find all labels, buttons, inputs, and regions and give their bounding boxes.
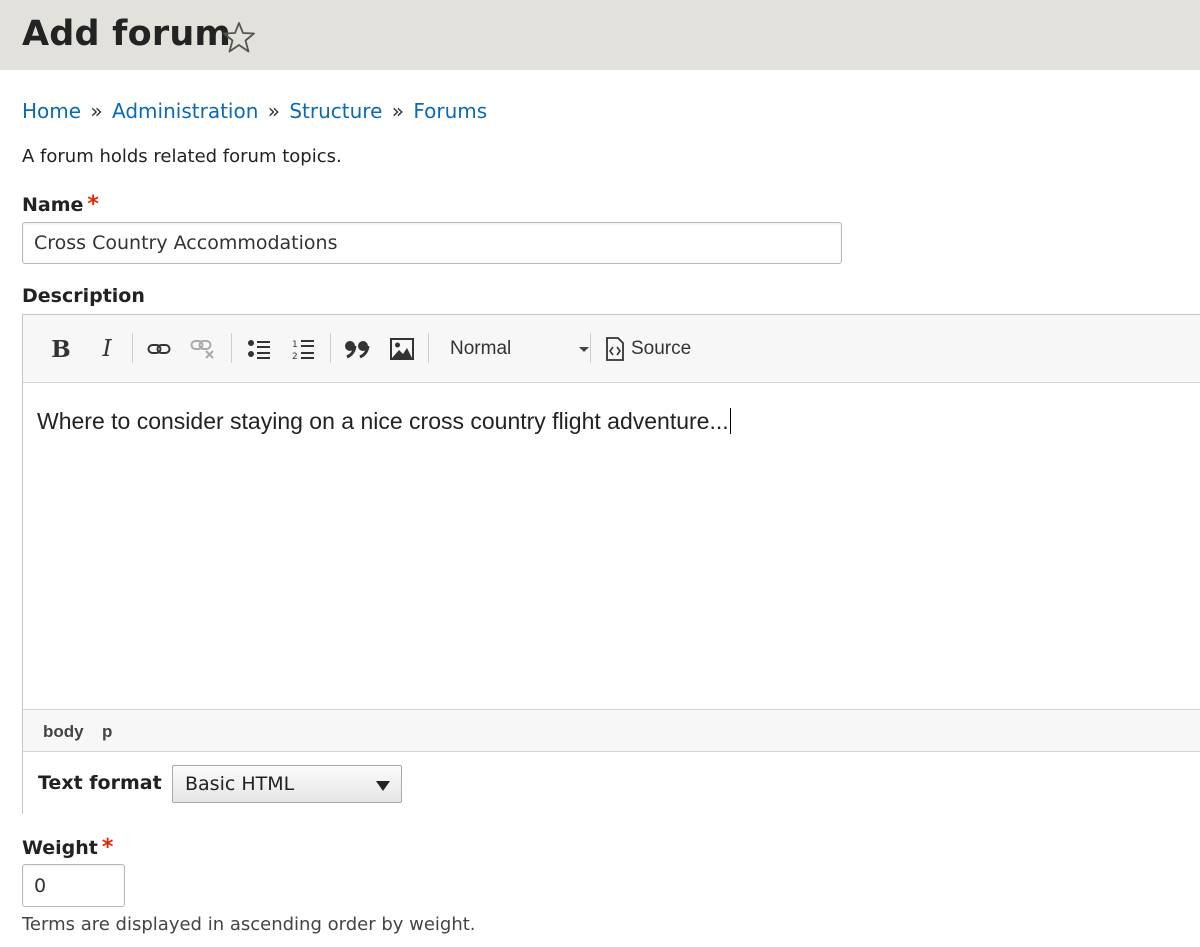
- dropdown-arrow-icon: [376, 781, 390, 791]
- text-format-value: Basic HTML: [185, 773, 295, 795]
- italic-button[interactable]: I: [95, 333, 119, 365]
- editor-toolbar: B I 1 2 Normal Source: [23, 315, 1200, 383]
- page-description: A forum holds related forum topics.: [22, 146, 342, 167]
- element-path-body[interactable]: body: [43, 722, 84, 742]
- element-path-p[interactable]: p: [102, 722, 112, 742]
- numbered-list-button[interactable]: 1 2: [289, 333, 317, 365]
- weight-label: Weight *: [22, 835, 113, 860]
- source-button-label: Source: [631, 338, 692, 359]
- source-button[interactable]: Source: [605, 333, 691, 365]
- page-header: Add forum: [0, 0, 1200, 70]
- text-format-row: Text format Basic HTML: [23, 752, 1200, 815]
- text-format-select[interactable]: Basic HTML: [172, 765, 402, 803]
- image-icon: [390, 338, 414, 360]
- bold-button[interactable]: B: [49, 333, 73, 365]
- image-button[interactable]: [388, 333, 416, 365]
- link-icon: [147, 344, 171, 354]
- paragraph-format-value: Normal: [450, 338, 512, 359]
- source-icon: [606, 337, 624, 361]
- page-title: Add forum: [22, 14, 232, 54]
- breadcrumb-home-link[interactable]: Home: [22, 99, 81, 123]
- weight-label-text: Weight: [22, 837, 98, 859]
- name-input[interactable]: [22, 222, 842, 264]
- text-cursor: [729, 408, 731, 434]
- breadcrumb-separator: »: [90, 99, 103, 123]
- toolbar-separator: [330, 333, 331, 363]
- text-format-label: Text format: [38, 772, 162, 794]
- toolbar-separator: [590, 333, 591, 363]
- toolbar-separator: [231, 333, 232, 363]
- paragraph-format-dropdown[interactable]: Normal: [450, 333, 589, 365]
- weight-help-text: Terms are displayed in ascending order b…: [22, 914, 476, 935]
- blockquote-icon: [345, 341, 370, 359]
- unlink-icon: [190, 340, 214, 359]
- required-marker: *: [101, 835, 114, 860]
- link-button[interactable]: [145, 333, 173, 365]
- star-outline-icon[interactable]: [222, 20, 256, 54]
- weight-input[interactable]: [22, 864, 125, 907]
- breadcrumb-separator: »: [267, 99, 280, 123]
- toolbar-separator: [132, 333, 133, 363]
- blockquote-button[interactable]: [343, 333, 371, 365]
- svg-text:2: 2: [292, 352, 298, 361]
- editor-paragraph: Where to consider staying on a nice cros…: [37, 408, 1200, 435]
- rich-text-editor: B I 1 2 Normal Source Where to consider …: [22, 314, 1200, 815]
- bulleted-list-button[interactable]: [245, 333, 273, 365]
- breadcrumb-forums-link[interactable]: Forums: [413, 99, 487, 123]
- numbered-list-icon: 1 2: [292, 340, 314, 361]
- unlink-button[interactable]: [189, 333, 217, 365]
- breadcrumb: Home » Administration » Structure » Foru…: [22, 99, 487, 123]
- element-path-bar: body p: [23, 709, 1200, 752]
- editor-content-area[interactable]: Where to consider staying on a nice cros…: [23, 384, 1200, 709]
- breadcrumb-separator: »: [391, 99, 405, 123]
- toolbar-separator: [428, 333, 429, 363]
- chevron-down-icon: [579, 347, 589, 352]
- breadcrumb-structure-link[interactable]: Structure: [289, 99, 382, 123]
- description-label: Description: [22, 285, 145, 307]
- bulleted-list-icon: [248, 340, 270, 359]
- svg-text:1: 1: [292, 340, 298, 350]
- required-marker: *: [87, 192, 99, 217]
- editor-text: Where to consider staying on a nice cros…: [37, 408, 729, 434]
- name-label-text: Name: [22, 194, 84, 216]
- name-label: Name *: [22, 192, 99, 217]
- breadcrumb-administration-link[interactable]: Administration: [112, 99, 258, 123]
